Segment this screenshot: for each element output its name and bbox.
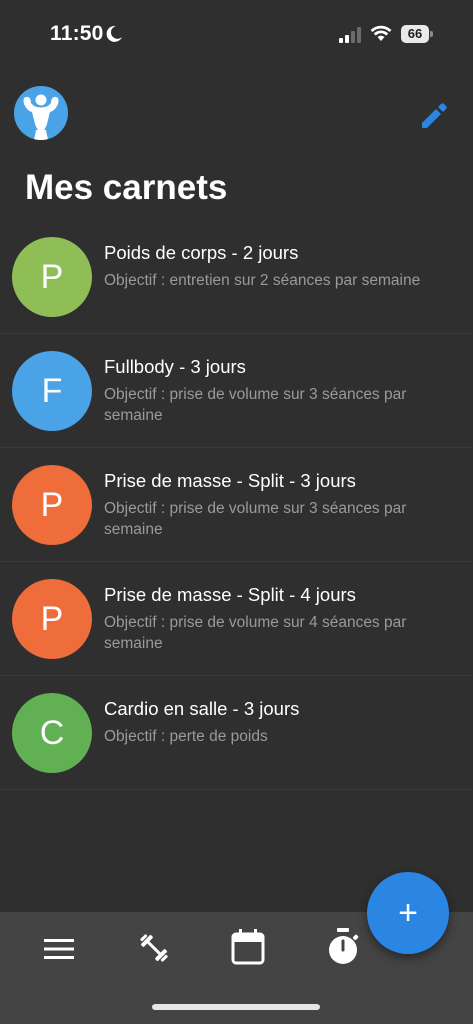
carnet-initial-avatar: C (12, 693, 92, 773)
edit-button[interactable] (418, 100, 450, 132)
carnet-initial-avatar: F (12, 351, 92, 431)
list-item[interactable]: P Prise de masse - Split - 3 jours Objec… (0, 448, 473, 562)
profile-avatar[interactable] (14, 86, 68, 140)
carnet-list: P Poids de corps - 2 jours Objectif : en… (0, 220, 473, 790)
carnet-initial-avatar: P (12, 579, 92, 659)
stopwatch-icon[interactable] (325, 927, 361, 967)
battery-level: 66 (401, 25, 429, 43)
list-item[interactable]: P Poids de corps - 2 jours Objectif : en… (0, 220, 473, 334)
moon-icon (106, 25, 122, 42)
list-item[interactable]: F Fullbody - 3 jours Objectif : prise de… (0, 334, 473, 448)
carnet-description: Objectif : prise de volume sur 3 séances… (104, 500, 407, 538)
list-item[interactable]: C Cardio en salle - 3 jours Objectif : p… (0, 676, 473, 790)
page-title: Mes carnets (25, 168, 228, 207)
add-carnet-button[interactable]: + (367, 872, 449, 954)
battery-icon: 66 (401, 25, 433, 43)
status-bar: 11:50 66 (0, 0, 473, 70)
carnet-description: Objectif : prise de volume sur 4 séances… (104, 614, 407, 652)
bodybuilder-icon (23, 94, 59, 140)
status-time: 11:50 (50, 22, 104, 45)
calendar-icon[interactable] (230, 928, 266, 966)
list-item[interactable]: P Prise de masse - Split - 4 jours Objec… (0, 562, 473, 676)
home-indicator (152, 1004, 320, 1010)
carnet-title: Prise de masse - Split - 3 jours (104, 470, 356, 491)
carnet-title: Prise de masse - Split - 4 jours (104, 584, 356, 605)
wifi-icon (370, 25, 392, 41)
carnet-title: Poids de corps - 2 jours (104, 242, 299, 263)
carnet-description: Objectif : perte de poids (104, 728, 268, 745)
carnet-title: Cardio en salle - 3 jours (104, 698, 300, 719)
pencil-icon (422, 103, 447, 128)
dumbbell-icon[interactable] (136, 930, 172, 966)
carnet-title: Fullbody - 3 jours (104, 356, 246, 377)
carnet-description: Objectif : entretien sur 2 séances par s… (104, 272, 421, 289)
cellular-signal-icon (339, 27, 361, 43)
menu-icon[interactable] (42, 934, 76, 964)
carnet-initial-avatar: P (12, 237, 92, 317)
carnet-initial-avatar: P (12, 465, 92, 545)
carnet-description: Objectif : prise de volume sur 3 séances… (104, 386, 407, 424)
